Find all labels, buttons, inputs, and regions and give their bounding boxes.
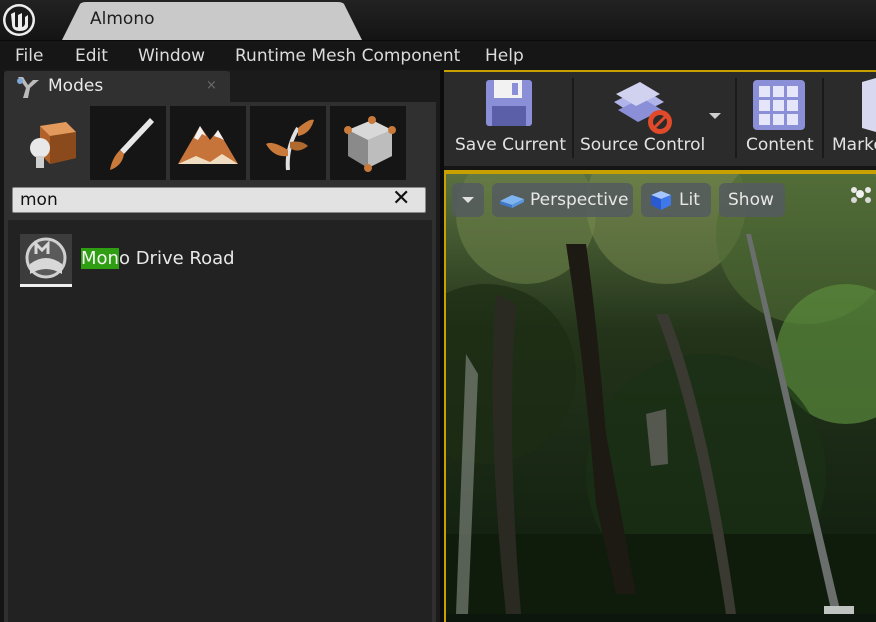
list-item[interactable] (20, 234, 72, 287)
result-label[interactable]: Mono Drive Road (81, 248, 235, 269)
clear-search-icon[interactable]: ✕ (392, 186, 410, 211)
source-control-button[interactable]: Source Control (580, 135, 705, 155)
mode-tab-foliage[interactable] (250, 106, 326, 180)
content-browser-icon (753, 80, 805, 130)
document-tab-label: Almono (90, 9, 155, 29)
level-viewport[interactable] (446, 174, 876, 622)
source-control-icon (614, 82, 672, 134)
close-icon[interactable]: × (206, 78, 217, 93)
paint-mode-icon (110, 118, 154, 170)
unreal-logo-icon[interactable] (2, 3, 36, 37)
place-mode-icon (30, 122, 76, 168)
mode-tab-paint[interactable] (90, 106, 166, 180)
show-flags-button[interactable]: Show (719, 183, 785, 217)
toolbar-separator (822, 78, 824, 158)
view-mode-lit-button[interactable]: Lit (641, 183, 711, 217)
search-match-highlight: Mon (81, 248, 119, 269)
chevron-down-icon[interactable] (708, 112, 722, 120)
menu-runtime-mesh-component[interactable]: Runtime Mesh Component (235, 46, 460, 66)
mode-tab-place[interactable] (10, 104, 86, 182)
menu-bar: File Edit Window Runtime Mesh Component … (0, 40, 876, 71)
show-label: Show (728, 190, 774, 210)
chevron-down-icon (462, 197, 474, 203)
landscape-mode-icon (178, 126, 238, 164)
perspective-icon (500, 195, 524, 208)
transform-gizmo-icon[interactable] (846, 184, 876, 206)
result-label-rest: o Drive Road (118, 248, 235, 269)
modes-tab-label: Modes (48, 76, 104, 96)
menu-help[interactable]: Help (485, 46, 524, 66)
toolbar-separator (735, 78, 737, 158)
save-icon (486, 80, 532, 126)
lit-label: Lit (679, 190, 700, 210)
perspective-button[interactable]: Perspective (492, 183, 633, 217)
road-actor-icon (25, 237, 67, 279)
menu-file[interactable]: File (15, 46, 43, 66)
search-input[interactable] (12, 187, 426, 213)
mode-tab-landscape[interactable] (170, 106, 246, 180)
lit-cube-icon (651, 191, 671, 210)
save-current-button[interactable]: Save Current (455, 135, 566, 155)
marketplace-button[interactable]: Marke (832, 135, 876, 155)
mode-tab-geometry[interactable] (330, 106, 406, 180)
perspective-label: Perspective (530, 190, 629, 210)
content-button[interactable]: Content (746, 135, 814, 155)
geometry-edit-mode-icon (344, 116, 396, 172)
menu-window[interactable]: Window (138, 46, 205, 66)
search-input-value: mon (20, 190, 58, 210)
marketplace-icon (862, 78, 876, 132)
modes-icon (17, 77, 39, 98)
foliage-mode-icon (266, 119, 314, 171)
menu-edit[interactable]: Edit (75, 46, 108, 66)
viewport-options-button[interactable] (452, 183, 484, 217)
toolbar-separator (572, 78, 574, 158)
